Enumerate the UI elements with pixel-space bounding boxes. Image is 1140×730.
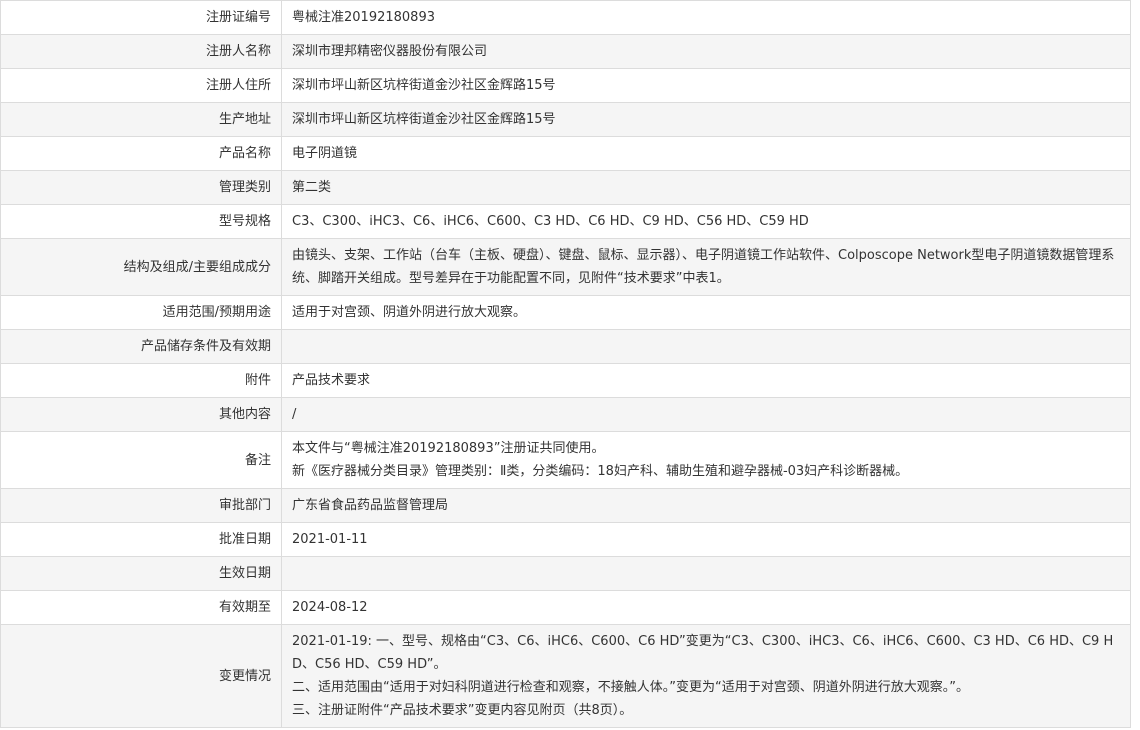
row-value: 2024-08-12 <box>281 590 1131 625</box>
value-line: C3、C300、iHC3、C6、iHC6、C600、C3 HD、C6 HD、C9… <box>292 214 809 229</box>
value-line: 广东省食品药品监督管理局 <box>292 498 449 513</box>
row-label: 批准日期 <box>0 522 282 557</box>
row-value: 第二类 <box>281 170 1131 205</box>
row-label: 注册人住所 <box>0 68 282 103</box>
table-row-approval-department: 审批部门 广东省食品药品监督管理局 <box>0 488 1131 523</box>
row-value <box>281 556 1131 591</box>
table-row-scope-of-use: 适用范围/预期用途 适用于对宫颈、阴道外阴进行放大观察。 <box>0 295 1131 330</box>
table-row-storage-conditions: 产品储存条件及有效期 <box>0 329 1131 364</box>
table-row-management-category: 管理类别 第二类 <box>0 170 1131 205</box>
value-line: 2021-01-11 <box>292 532 368 547</box>
row-value: 广东省食品药品监督管理局 <box>281 488 1131 523</box>
value-line: 第二类 <box>292 180 332 195</box>
row-label: 其他内容 <box>0 397 282 432</box>
value-line: 新《医疗器械分类目录》管理类别：Ⅱ类，分类编码：18妇产科、辅助生殖和避孕器械-… <box>292 464 909 479</box>
table-row-registrant-name: 注册人名称 深圳市理邦精密仪器股份有限公司 <box>0 34 1131 69</box>
row-value: 由镜头、支架、工作站（台车（主板、硬盘）、键盘、鼠标、显示器）、电子阴道镜工作站… <box>281 238 1131 296</box>
row-value: 粤械注准20192180893 <box>281 0 1131 35</box>
value-line: 由镜头、支架、工作站（台车（主板、硬盘）、键盘、鼠标、显示器）、电子阴道镜工作站… <box>292 248 1115 286</box>
row-label: 有效期至 <box>0 590 282 625</box>
row-value: 深圳市坪山新区坑梓街道金沙社区金辉路15号 <box>281 102 1131 137</box>
row-label: 注册人名称 <box>0 34 282 69</box>
row-value: C3、C300、iHC3、C6、iHC6、C600、C3 HD、C6 HD、C9… <box>281 204 1131 239</box>
row-label: 备注 <box>0 431 282 489</box>
row-value: 深圳市坪山新区坑梓街道金沙社区金辉路15号 <box>281 68 1131 103</box>
row-label: 审批部门 <box>0 488 282 523</box>
row-label: 注册证编号 <box>0 0 282 35</box>
registration-info-table: 注册证编号 粤械注准20192180893 注册人名称 深圳市理邦精密仪器股份有限公司… <box>0 0 1131 728</box>
value-line: 深圳市理邦精密仪器股份有限公司 <box>292 44 488 59</box>
row-label: 型号规格 <box>0 204 282 239</box>
value-line: 2021-01-19: 一、型号、规格由“C3、C6、iHC6、C600、C6 … <box>292 634 1114 672</box>
row-value: 深圳市理邦精密仪器股份有限公司 <box>281 34 1131 69</box>
row-value: / <box>281 397 1131 432</box>
row-label: 附件 <box>0 363 282 398</box>
value-line: 深圳市坪山新区坑梓街道金沙社区金辉路15号 <box>292 112 556 127</box>
table-row-valid-until: 有效期至 2024-08-12 <box>0 590 1131 625</box>
value-line: 适用于对宫颈、阴道外阴进行放大观察。 <box>292 305 527 320</box>
row-label: 管理类别 <box>0 170 282 205</box>
value-line: 电子阴道镜 <box>292 146 358 161</box>
table-row-approval-date: 批准日期 2021-01-11 <box>0 522 1131 557</box>
row-value <box>281 329 1131 364</box>
row-label: 产品名称 <box>0 136 282 171</box>
value-line: 产品技术要求 <box>292 373 371 388</box>
row-label: 适用范围/预期用途 <box>0 295 282 330</box>
row-value: 产品技术要求 <box>281 363 1131 398</box>
table-row-registration-number: 注册证编号 粤械注准20192180893 <box>0 0 1131 35</box>
table-row-registrant-address: 注册人住所 深圳市坪山新区坑梓街道金沙社区金辉路15号 <box>0 68 1131 103</box>
row-label: 产品储存条件及有效期 <box>0 329 282 364</box>
row-value: 适用于对宫颈、阴道外阴进行放大观察。 <box>281 295 1131 330</box>
table-row-attachments: 附件 产品技术要求 <box>0 363 1131 398</box>
value-line: 三、注册证附件“产品技术要求”变更内容见附页（共8页）。 <box>292 703 633 718</box>
table-row-structure-composition: 结构及组成/主要组成成分 由镜头、支架、工作站（台车（主板、硬盘）、键盘、鼠标、显… <box>0 238 1131 296</box>
row-label: 生产地址 <box>0 102 282 137</box>
value-line: / <box>292 407 297 422</box>
table-row-other-content: 其他内容 / <box>0 397 1131 432</box>
row-value: 电子阴道镜 <box>281 136 1131 171</box>
value-line: 本文件与“粤械注准20192180893”注册证共同使用。 <box>292 441 605 456</box>
row-value: 2021-01-19: 一、型号、规格由“C3、C6、iHC6、C600、C6 … <box>281 624 1131 728</box>
value-line: 粤械注准20192180893 <box>292 10 435 25</box>
value-line: 深圳市坪山新区坑梓街道金沙社区金辉路15号 <box>292 78 556 93</box>
table-row-effective-date: 生效日期 <box>0 556 1131 591</box>
table-row-product-name: 产品名称 电子阴道镜 <box>0 136 1131 171</box>
row-label: 变更情况 <box>0 624 282 728</box>
table-row-remarks: 备注 本文件与“粤械注准20192180893”注册证共同使用。新《医疗器械分类目… <box>0 431 1131 489</box>
row-value: 2021-01-11 <box>281 522 1131 557</box>
row-value: 本文件与“粤械注准20192180893”注册证共同使用。新《医疗器械分类目录》… <box>281 431 1131 489</box>
value-line: 2024-08-12 <box>292 600 368 615</box>
table-row-model-specification: 型号规格 C3、C300、iHC3、C6、iHC6、C600、C3 HD、C6 H… <box>0 204 1131 239</box>
registration-info-body: 注册证编号 粤械注准20192180893 注册人名称 深圳市理邦精密仪器股份有限公司… <box>0 0 1131 728</box>
row-label: 结构及组成/主要组成成分 <box>0 238 282 296</box>
table-row-change-history: 变更情况 2021-01-19: 一、型号、规格由“C3、C6、iHC6、C600… <box>0 624 1131 728</box>
value-line: 二、适用范围由“适用于对妇科阴道进行检查和观察，不接触人体。”变更为“适用于对宫… <box>292 680 969 695</box>
row-label: 生效日期 <box>0 556 282 591</box>
table-row-production-address: 生产地址 深圳市坪山新区坑梓街道金沙社区金辉路15号 <box>0 102 1131 137</box>
